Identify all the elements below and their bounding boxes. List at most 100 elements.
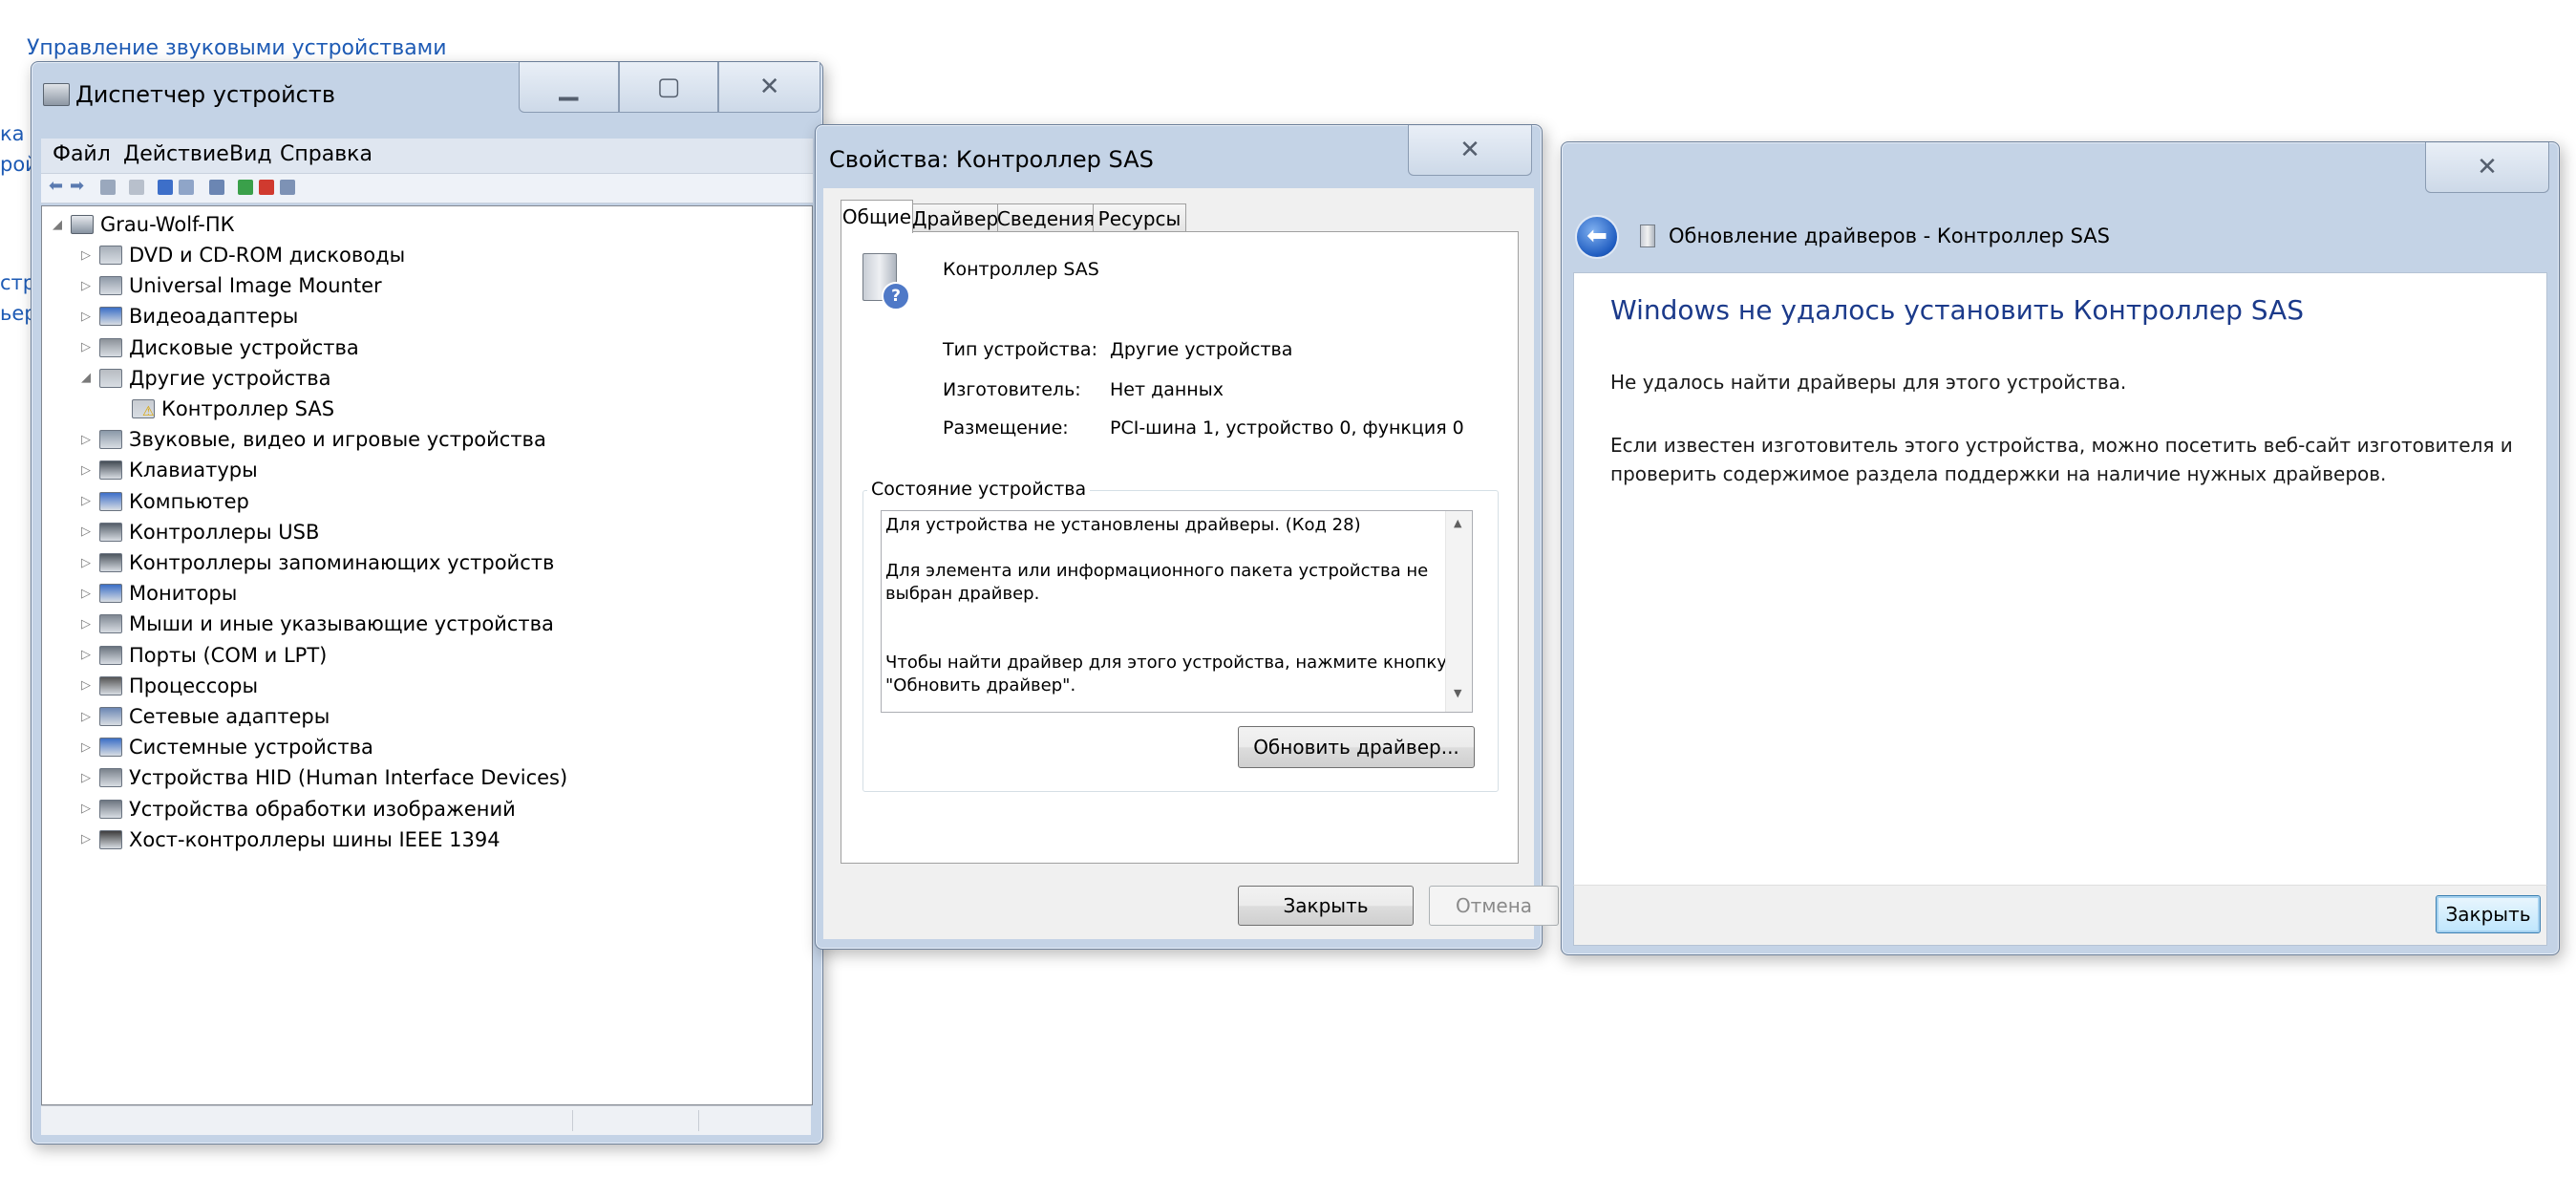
tab-driver[interactable]: Драйвер bbox=[911, 203, 999, 233]
tree-item-label: Контроллер SAS bbox=[161, 397, 335, 420]
tree-category[interactable]: ▷ Системные устройства bbox=[78, 733, 373, 761]
tree-category[interactable]: ▷ Процессоры bbox=[78, 672, 258, 700]
tree-category[interactable]: ▷ Устройства обработки изображений bbox=[78, 795, 516, 824]
tree-category[interactable]: ▷ DVD и CD-ROM дисководы bbox=[78, 241, 405, 269]
expand-triangle-icon[interactable]: ▷ bbox=[78, 587, 94, 601]
disable-device-icon[interactable] bbox=[280, 180, 295, 195]
tree-category[interactable]: ▷ Сетевые адаптеры bbox=[78, 702, 330, 731]
expand-triangle-icon[interactable]: ▷ bbox=[78, 248, 94, 263]
expand-triangle-icon[interactable]: ▷ bbox=[78, 710, 94, 724]
tree-category[interactable]: ▷ Видеоадаптеры bbox=[78, 302, 298, 331]
sound-devices-link[interactable]: Управление звуковыми устройствами bbox=[27, 36, 447, 60]
tree-category[interactable]: ▷ Дисковые устройства bbox=[78, 333, 359, 362]
show-hide-console-tree-icon[interactable] bbox=[100, 180, 116, 195]
tree-category[interactable]: ▷ Звуковые, видео и игровые устройства bbox=[78, 425, 546, 454]
expand-triangle-icon[interactable]: ▷ bbox=[78, 310, 94, 324]
monitor-icon bbox=[99, 584, 122, 604]
tree-category[interactable]: ▷ Устройства HID (Human Interface Devices… bbox=[78, 763, 567, 792]
tree-root-label: Grau-Wolf-ПК bbox=[100, 213, 235, 236]
back-arrow-icon[interactable]: ⬅ bbox=[49, 176, 63, 196]
tree-category[interactable]: ▷ Компьютер bbox=[78, 487, 249, 516]
status-scrollbar[interactable]: ▲ ▼ bbox=[1445, 511, 1472, 712]
status-bar bbox=[41, 1105, 811, 1135]
scroll-up-icon[interactable]: ▲ bbox=[1454, 517, 1461, 529]
tree-category[interactable]: ▷ Контроллеры USB bbox=[78, 518, 319, 546]
close-button[interactable]: ✕ bbox=[2425, 142, 2549, 193]
field-device-type-value: Другие устройства bbox=[1110, 339, 1293, 360]
toolbar: ⬅ ➡ bbox=[41, 174, 813, 203]
properties-icon[interactable] bbox=[129, 180, 144, 195]
tree-category[interactable]: ▷ Порты (COM и LPT) bbox=[78, 641, 327, 670]
expand-triangle-icon[interactable]: ▷ bbox=[78, 433, 94, 447]
wizard-close-button[interactable]: Закрыть bbox=[2436, 895, 2541, 933]
collapse-triangle-icon[interactable]: ◢ bbox=[78, 371, 94, 385]
tree-category[interactable]: ▷ Контроллеры запоминающих устройств bbox=[78, 548, 554, 577]
tree-category[interactable]: ▷ Universal Image Mounter bbox=[78, 271, 382, 300]
expand-triangle-icon[interactable]: ▷ bbox=[78, 771, 94, 785]
minimize-button[interactable]: ▁ bbox=[519, 62, 619, 113]
wizard-footer: Закрыть bbox=[1573, 885, 2547, 946]
expand-triangle-icon[interactable]: ▷ bbox=[78, 340, 94, 354]
field-manufacturer-label: Изготовитель: bbox=[943, 379, 1081, 400]
collapse-triangle-icon[interactable]: ◢ bbox=[50, 218, 65, 232]
tree-category[interactable]: ▷ Хост-контроллеры шины IEEE 1394 bbox=[78, 825, 500, 854]
menu-file[interactable]: Файл bbox=[53, 142, 111, 166]
menu-help[interactable]: Справка bbox=[280, 142, 373, 166]
device-tree[interactable]: ◢ Grau-Wolf-ПК ▷ DVD и CD-ROM дисководы ▷ U… bbox=[41, 205, 813, 1105]
tree-category[interactable]: ▷ Клавиатуры bbox=[78, 456, 258, 484]
tree-item-label: Дисковые устройства bbox=[129, 335, 359, 359]
disk-drive-icon bbox=[99, 337, 122, 357]
back-button[interactable]: ⬅ bbox=[1575, 215, 1619, 259]
tree-item-label: Устройства HID (Human Interface Devices) bbox=[129, 766, 568, 790]
tab-general[interactable]: Общие bbox=[841, 200, 913, 233]
tab-details[interactable]: Сведения bbox=[997, 203, 1095, 233]
tree-item-label: DVD и CD-ROM дисководы bbox=[129, 244, 406, 267]
computer-icon bbox=[71, 215, 94, 234]
device-status-textbox[interactable]: Для устройства не установлены драйверы. … bbox=[881, 510, 1473, 713]
status-divider bbox=[698, 1110, 699, 1131]
forward-arrow-icon[interactable]: ➡ bbox=[70, 176, 84, 196]
help-icon[interactable] bbox=[158, 180, 173, 195]
scan-hardware-icon[interactable] bbox=[209, 180, 224, 195]
expand-triangle-icon[interactable]: ▷ bbox=[78, 524, 94, 539]
maximize-button[interactable]: ▢ bbox=[618, 62, 719, 113]
expand-triangle-icon[interactable]: ▷ bbox=[78, 463, 94, 478]
menu-view[interactable]: Вид bbox=[229, 142, 272, 166]
close-icon: ✕ bbox=[2477, 153, 2498, 182]
status-line: Для элемента или информационного пакета … bbox=[885, 561, 1429, 581]
action-pane-icon[interactable] bbox=[179, 180, 194, 195]
uninstall-icon[interactable] bbox=[259, 180, 274, 195]
caption-buttons: ✕ bbox=[1408, 125, 1532, 176]
tree-item-label: Устройства обработки изображений bbox=[129, 797, 516, 821]
menu-action[interactable]: Действие bbox=[123, 142, 229, 166]
tree-root[interactable]: ◢ Grau-Wolf-ПК bbox=[50, 210, 235, 239]
expand-triangle-icon[interactable]: ▷ bbox=[78, 648, 94, 662]
wizard-content: Windows не удалось установить Контроллер… bbox=[1573, 272, 2547, 886]
expand-triangle-icon[interactable]: ▷ bbox=[78, 494, 94, 508]
tree-category[interactable]: ◢ Другие устройства bbox=[78, 364, 331, 393]
close-button[interactable]: ✕ bbox=[1408, 125, 1532, 176]
tree-category[interactable]: ▷ Мониторы bbox=[78, 579, 237, 608]
update-driver-icon[interactable] bbox=[238, 180, 253, 195]
keyboard-icon bbox=[99, 460, 122, 481]
update-driver-button[interactable]: Обновить драйвер... bbox=[1238, 726, 1475, 768]
close-button[interactable]: ✕ bbox=[718, 62, 820, 113]
system-devices-icon bbox=[99, 738, 122, 758]
menu-bar: Файл Действие Вид Справка bbox=[41, 139, 813, 174]
expand-triangle-icon[interactable]: ▷ bbox=[78, 802, 94, 816]
tree-category[interactable]: ▷ Мыши и иные указывающие устройства bbox=[78, 610, 554, 638]
tab-resources[interactable]: Ресурсы bbox=[1093, 203, 1186, 233]
network-adapter-icon bbox=[99, 707, 122, 726]
scroll-down-icon[interactable]: ▼ bbox=[1454, 687, 1461, 699]
properties-title: Свойства: Контроллер SAS bbox=[829, 146, 1154, 173]
expand-triangle-icon[interactable]: ▷ bbox=[78, 678, 94, 693]
expand-triangle-icon[interactable]: ▷ bbox=[78, 556, 94, 570]
expand-triangle-icon[interactable]: ▷ bbox=[78, 832, 94, 846]
expand-triangle-icon[interactable]: ▷ bbox=[78, 279, 94, 293]
driver-update-wizard: ✕ ⬅ Обновление драйверов - Контроллер SA… bbox=[1561, 141, 2560, 955]
expand-triangle-icon[interactable]: ▷ bbox=[78, 740, 94, 755]
tree-child-item[interactable]: ⚠ Контроллер SAS bbox=[126, 395, 334, 423]
imaging-icon bbox=[99, 799, 122, 819]
close-dialog-button[interactable]: Закрыть bbox=[1238, 886, 1414, 926]
expand-triangle-icon[interactable]: ▷ bbox=[78, 617, 94, 631]
